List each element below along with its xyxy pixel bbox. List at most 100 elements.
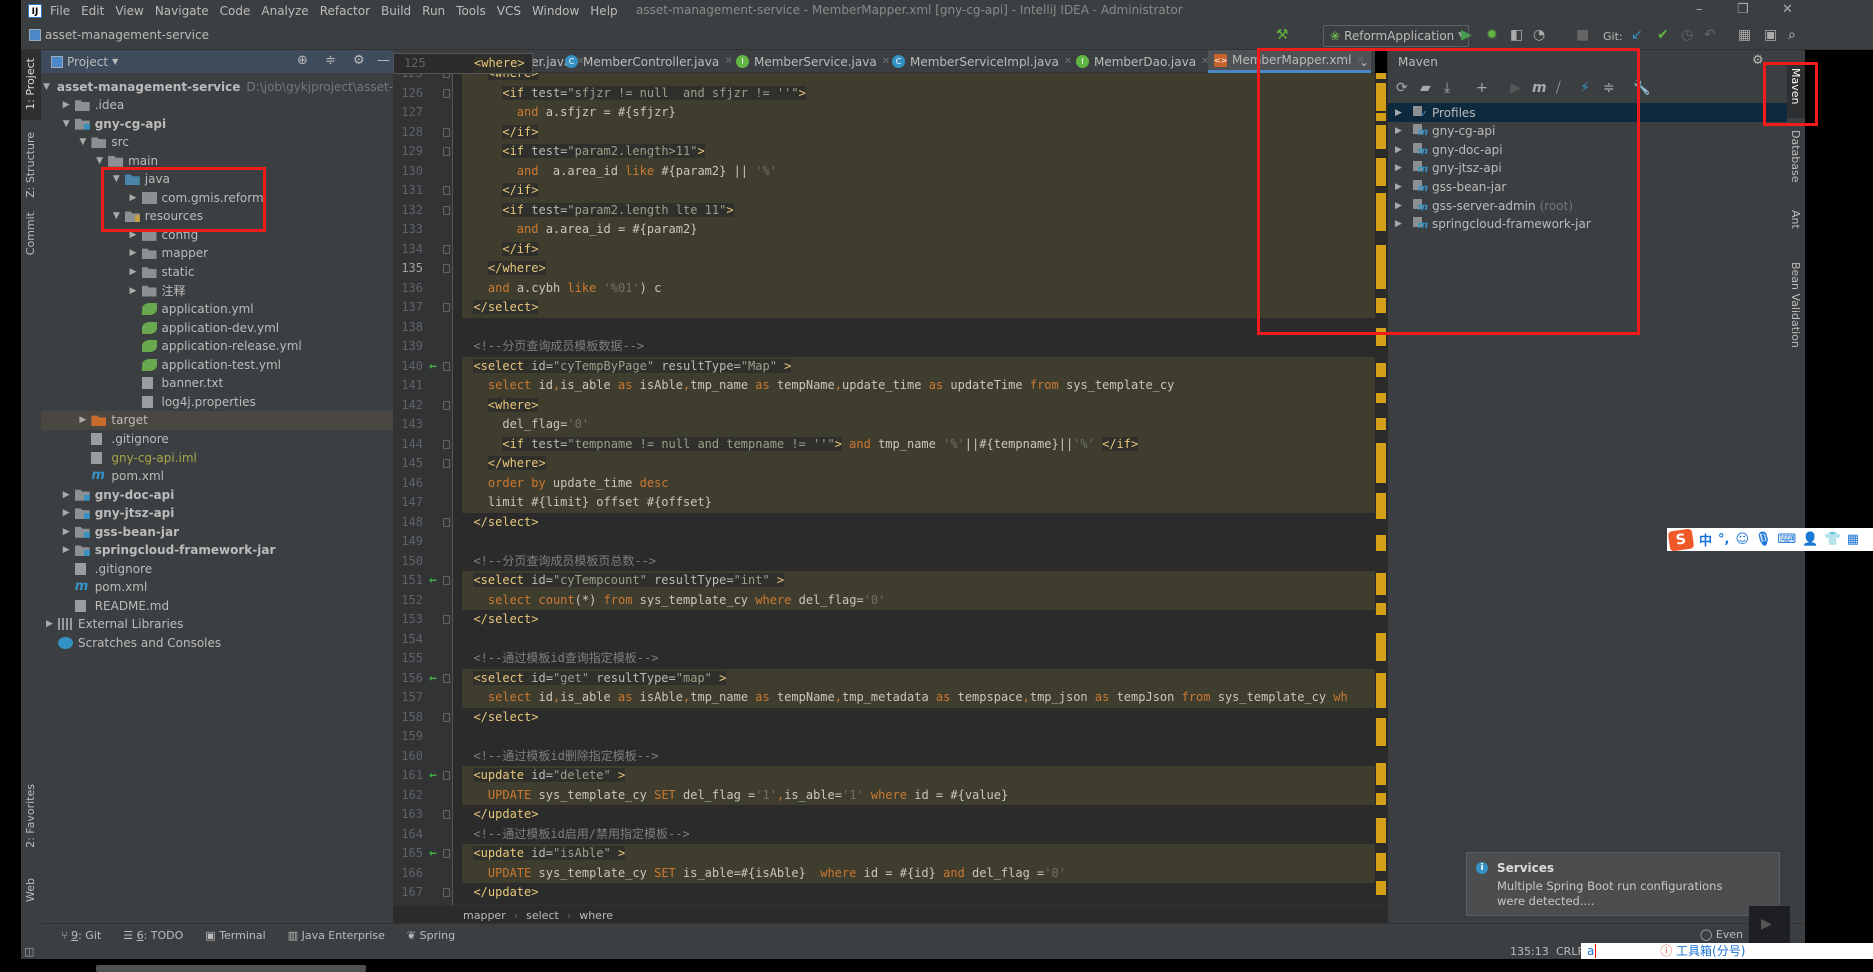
collapsed-arrow-icon[interactable]: ▶ <box>127 230 140 240</box>
tool-bean-validation-button[interactable]: Bean Validation <box>1789 262 1802 348</box>
menu-help[interactable]: Help <box>590 4 617 18</box>
implementation-arrow-icon[interactable]: ← <box>429 766 437 786</box>
tab-membermapper-xml[interactable]: <> MemberMapper.xml ✕ <box>1208 50 1371 73</box>
tab-membercontroller-java[interactable]: C MemberController.java ✕ <box>559 50 739 73</box>
gear-icon[interactable]: ⚙ <box>353 53 365 68</box>
tree-item[interactable]: application-test.yml <box>41 355 393 374</box>
fold-marker-icon[interactable] <box>443 673 450 683</box>
project-structure-icon[interactable]: ▦ <box>1738 27 1751 43</box>
collapsed-arrow-icon[interactable]: ▶ <box>1392 145 1405 155</box>
error-stripe-mark[interactable] <box>1376 125 1386 149</box>
collapsed-arrow-icon[interactable]: ▶ <box>1392 182 1405 192</box>
tool-todo-button[interactable]: ☰ 6: TODO <box>123 929 183 942</box>
implementation-arrow-icon[interactable]: ← <box>429 357 437 377</box>
fold-marker-icon[interactable] <box>443 517 450 527</box>
error-stripe-mark[interactable] <box>1376 493 1386 519</box>
error-stripe-mark[interactable] <box>1376 443 1386 483</box>
error-stripe-mark[interactable] <box>1376 363 1386 377</box>
tool-structure-button[interactable]: Z: Structure <box>24 132 37 198</box>
close-button[interactable]: ✕ <box>1782 2 1793 17</box>
tool-database-button[interactable]: Database <box>1789 130 1802 183</box>
collapsed-arrow-icon[interactable]: ▶ <box>60 100 73 110</box>
punctuation-icon[interactable]: °, <box>1718 532 1729 547</box>
collapsed-arrow-icon[interactable]: ▶ <box>1392 219 1405 229</box>
tree-item[interactable]: application.yml <box>41 300 393 319</box>
tree-item[interactable]: banner.txt <box>41 374 393 393</box>
ime-candidate-hint[interactable]: 工具箱(分号) <box>1676 944 1745 958</box>
expanded-arrow-icon[interactable]: ▼ <box>76 137 89 147</box>
reload-icon[interactable]: ⟳ <box>1396 80 1408 96</box>
fold-marker-icon[interactable] <box>443 303 450 312</box>
run-configuration-select[interactable]: ❀ ReformApplication ▼ <box>1323 25 1469 47</box>
settings-wrench-icon[interactable]: 🔧 <box>1633 80 1650 96</box>
error-stripe-mark[interactable] <box>1376 393 1386 403</box>
maven-goal-icon[interactable]: m <box>1532 80 1547 96</box>
gear-icon[interactable]: ⚙ <box>1752 53 1764 68</box>
keyboard-icon[interactable]: ⌨ <box>1778 532 1797 547</box>
fold-marker-icon[interactable] <box>443 264 450 273</box>
caret-position[interactable]: 135:13 <box>1510 945 1549 958</box>
breadcrumb-mapper[interactable]: mapper <box>463 909 506 922</box>
chinese-mode-icon[interactable]: 中 <box>1699 530 1712 549</box>
maven-item[interactable]: ▶ m gny-jtsz-api <box>1388 159 1788 178</box>
collapsed-arrow-icon[interactable]: ▶ <box>127 193 140 203</box>
error-stripe-mark[interactable] <box>1376 83 1386 111</box>
tree-item[interactable]: .gitignore <box>41 559 393 578</box>
fold-marker-icon[interactable] <box>443 888 450 897</box>
tree-item[interactable]: ▶ springcloud-framework-jar <box>41 541 393 560</box>
collapsed-arrow-icon[interactable]: ▶ <box>127 248 140 258</box>
error-stripe[interactable] <box>1375 73 1387 905</box>
error-stripe-mark[interactable] <box>1376 158 1386 186</box>
tab-memberservice-java[interactable]: I MemberService.java ✕ <box>730 50 896 73</box>
tree-item[interactable]: ▶ config <box>41 225 393 244</box>
toolbox-icon[interactable]: ▦ <box>1847 532 1859 547</box>
menu-edit[interactable]: Edit <box>81 4 104 18</box>
tree-item[interactable]: ▶ com.gmis.reform <box>41 188 393 207</box>
tree-item[interactable]: ▶ gss-bean-jar <box>41 522 393 541</box>
error-stripe-mark[interactable] <box>1376 818 1386 843</box>
error-stripe-mark[interactable] <box>1376 298 1386 313</box>
error-stripe-mark[interactable] <box>1376 763 1386 785</box>
tree-item[interactable]: application-dev.yml <box>41 318 393 337</box>
error-stripe-mark[interactable] <box>1376 193 1386 231</box>
menu-navigate[interactable]: Navigate <box>155 4 209 18</box>
menu-code[interactable]: Code <box>220 4 251 18</box>
fold-marker-icon[interactable] <box>443 88 450 98</box>
user-icon[interactable]: 👤 <box>1802 532 1818 547</box>
stop-icon[interactable]: ■ <box>1576 27 1589 43</box>
maven-item[interactable]: ▶ m gss-bean-jar <box>1388 177 1788 196</box>
tree-item[interactable]: m pom.xml <box>41 467 393 486</box>
collapsed-arrow-icon[interactable]: ▶ <box>1392 126 1405 136</box>
fold-marker-icon[interactable] <box>443 712 450 722</box>
menu-window[interactable]: Window <box>532 4 579 18</box>
video-overlay-widget[interactable]: ▶ <box>1749 906 1790 943</box>
tab-list-chevron-icon[interactable]: ⌄ <box>1353 50 1375 73</box>
fold-marker-icon[interactable] <box>443 205 450 215</box>
menu-view[interactable]: View <box>115 4 143 18</box>
menu-run[interactable]: Run <box>422 4 445 18</box>
line-separator[interactable]: CRLF <box>1556 945 1584 958</box>
breadcrumb-where[interactable]: where <box>579 909 613 922</box>
fold-marker-icon[interactable] <box>443 849 450 858</box>
error-stripe-mark[interactable] <box>1376 603 1386 615</box>
git-update-icon[interactable]: ↙ <box>1631 27 1643 43</box>
tree-item[interactable]: ▶ gny-jtsz-api <box>41 504 393 523</box>
emoji-icon[interactable]: ☺ <box>1735 532 1749 547</box>
tool-favorites-button[interactable]: 2: Favorites <box>24 784 37 848</box>
collapsed-arrow-icon[interactable]: ▶ <box>60 545 73 555</box>
error-stripe-mark[interactable] <box>1376 573 1386 595</box>
chevron-down-icon[interactable]: ▼ <box>112 57 118 66</box>
fold-marker-icon[interactable] <box>443 576 450 585</box>
expanded-arrow-icon[interactable]: ▼ <box>60 119 73 129</box>
tool-project-button[interactable]: 1: Project <box>24 58 37 110</box>
error-stripe-mark[interactable] <box>1376 793 1386 805</box>
tree-item[interactable]: ▶ External Libraries <box>41 615 393 634</box>
error-stripe-mark[interactable] <box>1376 881 1386 895</box>
error-stripe-mark[interactable] <box>1376 73 1386 79</box>
tool-maven-button[interactable]: Maven <box>1789 68 1802 104</box>
error-stripe-mark[interactable] <box>1376 853 1386 871</box>
fold-marker-icon[interactable] <box>443 361 450 371</box>
error-stripe-mark[interactable] <box>1376 328 1386 346</box>
tree-item[interactable]: ▶ 注释 <box>41 281 393 300</box>
tree-item[interactable]: ▶ static <box>41 263 393 282</box>
